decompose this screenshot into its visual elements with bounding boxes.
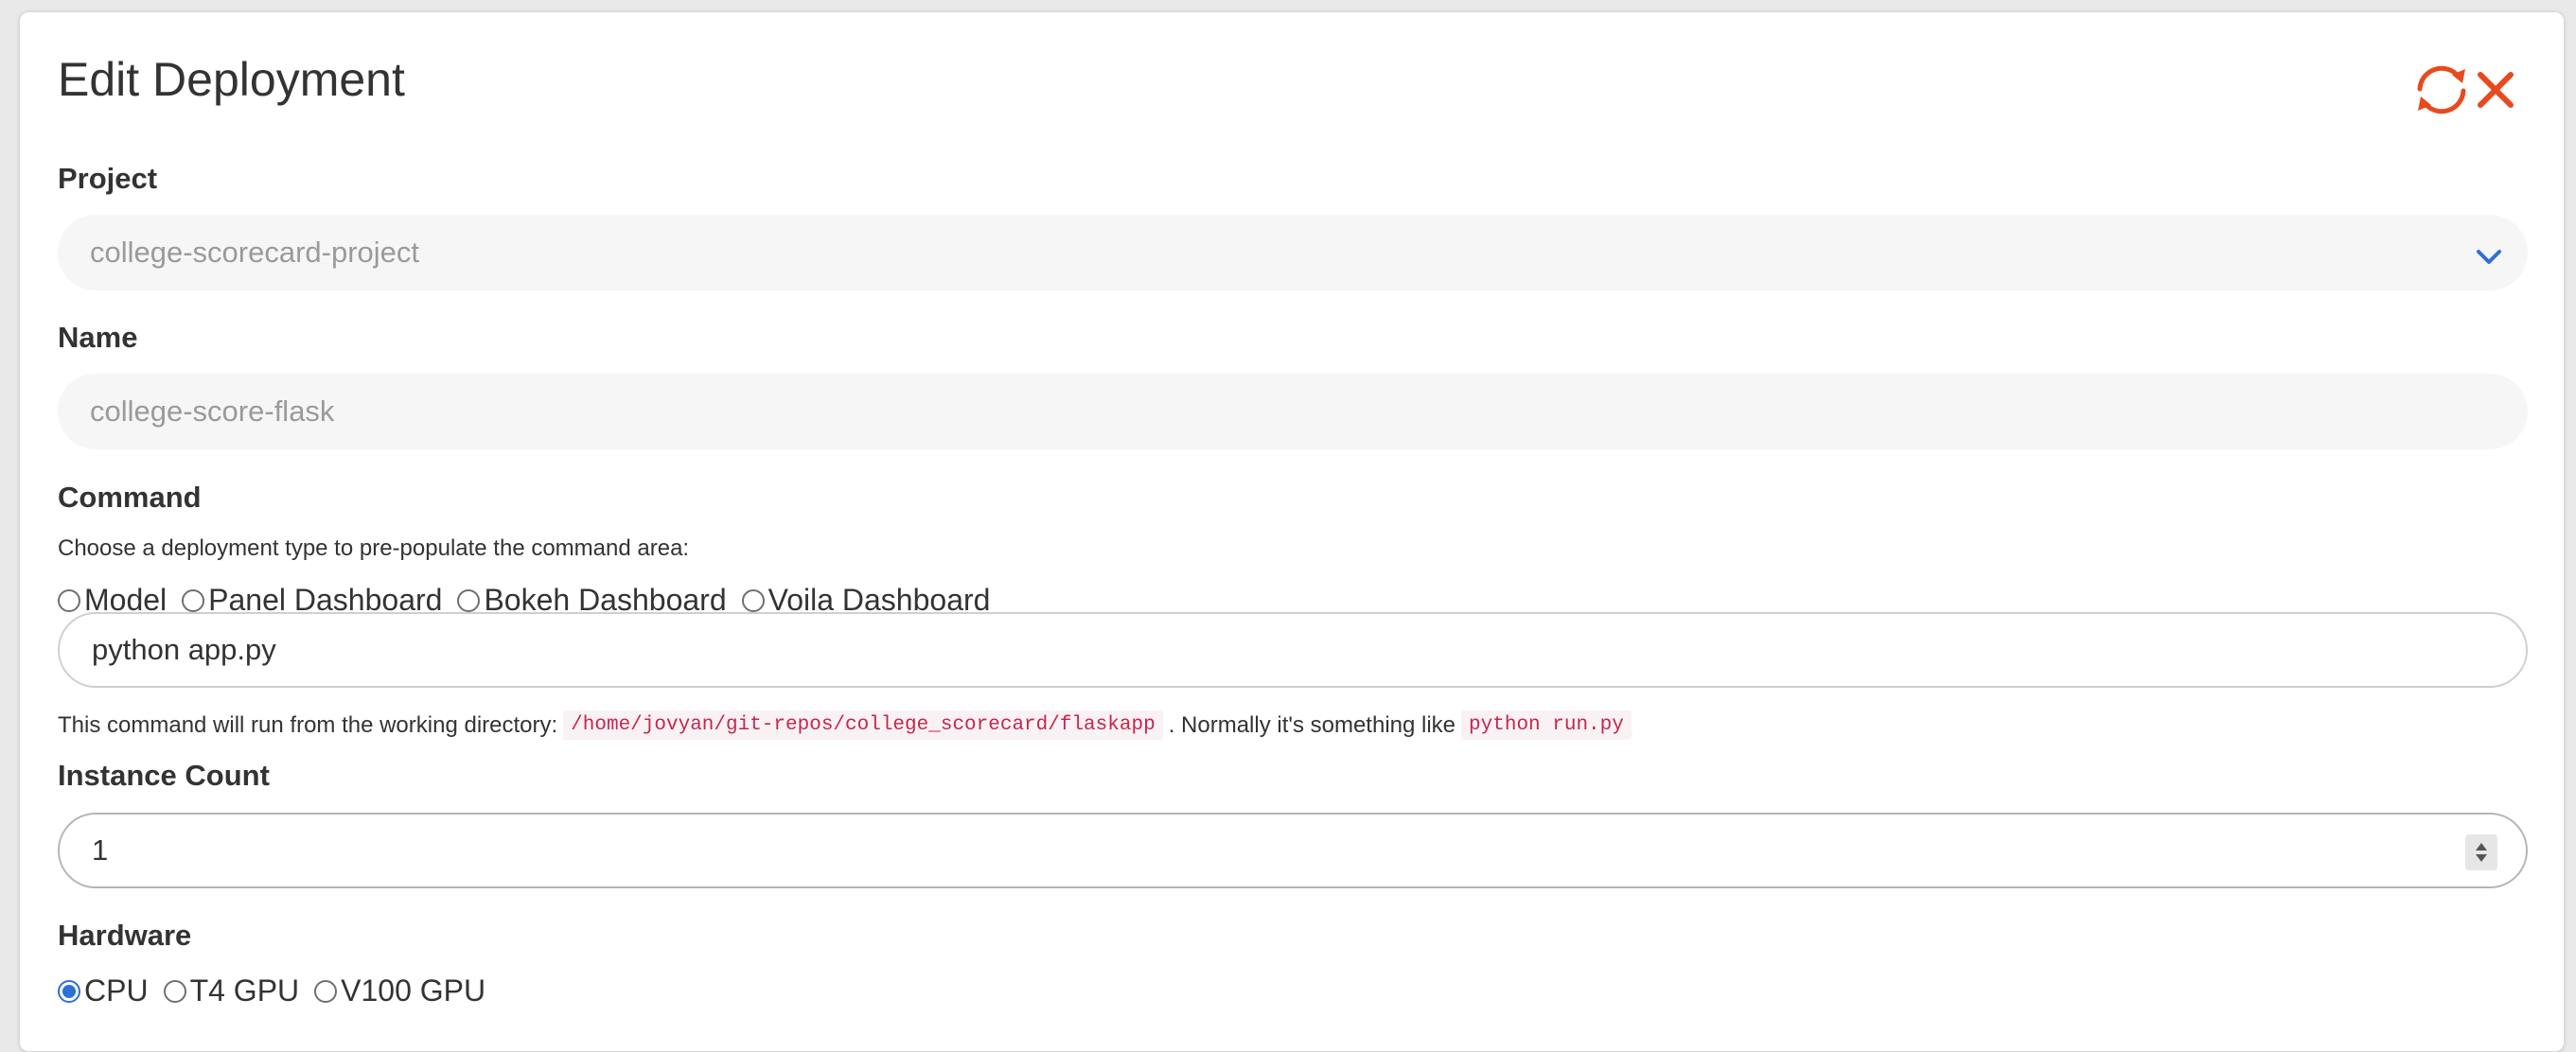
instance-count-value: 1: [92, 833, 109, 867]
hint-prefix: This command will run from the working d…: [58, 711, 558, 738]
command-input-value: python app.py: [92, 633, 276, 666]
hardware-option-cpu[interactable]: CPU: [58, 973, 149, 1008]
hardware-option-v100[interactable]: V100 GPU: [314, 973, 485, 1008]
dialog-actions: [2412, 63, 2516, 116]
project-select[interactable]: college-scorecard-project: [58, 215, 2528, 290]
instance-count-input[interactable]: 1: [58, 813, 2528, 888]
radio-cpu[interactable]: [58, 979, 80, 1003]
hardware-option-label: V100 GPU: [341, 973, 486, 1008]
command-help-text: Choose a deployment type to pre-populate…: [58, 535, 690, 561]
chevron-down-icon: [2475, 241, 2503, 275]
project-select-value: college-scorecard-project: [90, 236, 420, 269]
close-icon[interactable]: [2475, 69, 2516, 111]
name-label: Name: [58, 321, 138, 354]
instance-count-label: Instance Count: [58, 759, 270, 792]
radio-v100[interactable]: [314, 979, 338, 1003]
radio-voila[interactable]: [741, 588, 765, 612]
name-field-value: college-score-flask: [90, 394, 335, 428]
radio-model[interactable]: [58, 588, 80, 612]
hardware-label: Hardware: [58, 919, 192, 952]
hardware-radios: CPU T4 GPU V100 GPU: [58, 973, 501, 1008]
hint-middle: . Normally it's something like: [1168, 711, 1456, 738]
edit-deployment-dialog: Edit Deployment Project college-scorecar…: [19, 11, 2565, 1052]
number-spinner-icon[interactable]: [2465, 834, 2497, 870]
refresh-icon[interactable]: [2412, 63, 2471, 116]
project-label: Project: [58, 162, 158, 195]
working-directory: /home/jovyan/git-repos/college_scorecard…: [563, 710, 1163, 740]
hardware-option-t4[interactable]: T4 GPU: [163, 973, 300, 1008]
dialog-title: Edit Deployment: [58, 53, 405, 106]
command-label: Command: [58, 481, 202, 514]
command-input[interactable]: python app.py: [58, 612, 2528, 688]
hardware-option-label: CPU: [84, 973, 149, 1008]
example-command: python run.py: [1461, 710, 1632, 740]
command-hint: This command will run from the working d…: [58, 710, 1637, 740]
hardware-option-label: T4 GPU: [189, 973, 300, 1008]
radio-panel[interactable]: [182, 588, 205, 612]
radio-bokeh[interactable]: [457, 588, 481, 612]
radio-t4[interactable]: [163, 979, 186, 1003]
name-field[interactable]: college-score-flask: [58, 374, 2528, 449]
